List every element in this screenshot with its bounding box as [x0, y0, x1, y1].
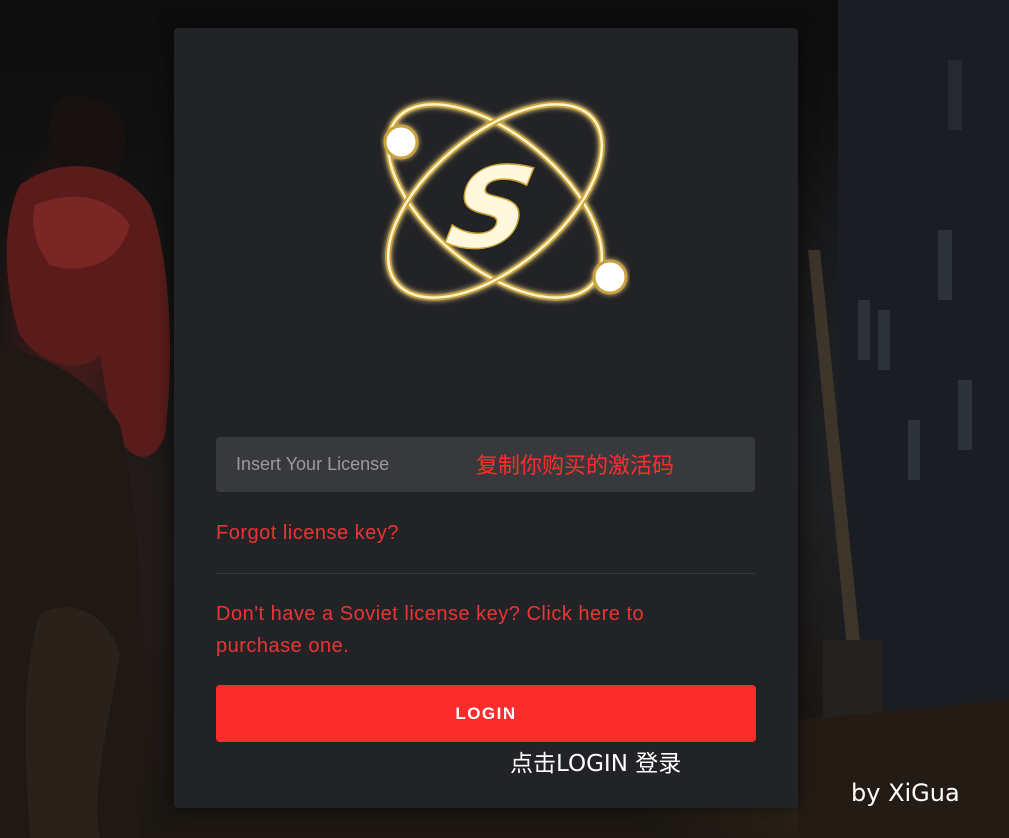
- author-credit: by XiGua: [851, 779, 960, 807]
- divider: [216, 573, 755, 574]
- forgot-license-link[interactable]: Forgot license key?: [216, 520, 399, 546]
- logo-letter: S: [437, 143, 545, 274]
- click-login-hint: 点击LOGIN 登录: [510, 751, 682, 777]
- login-button[interactable]: LOGIN: [216, 685, 756, 742]
- login-card: S 复制你购买的激活码 Forgot license key? Don't ha…: [174, 28, 798, 808]
- purchase-license-link[interactable]: Don't have a Soviet license key? Click h…: [216, 598, 696, 662]
- background-figure-silhouette: [0, 95, 171, 838]
- background-buildings: [798, 0, 1009, 838]
- atom-logo-icon: S: [383, 101, 628, 301]
- license-input[interactable]: [216, 437, 755, 492]
